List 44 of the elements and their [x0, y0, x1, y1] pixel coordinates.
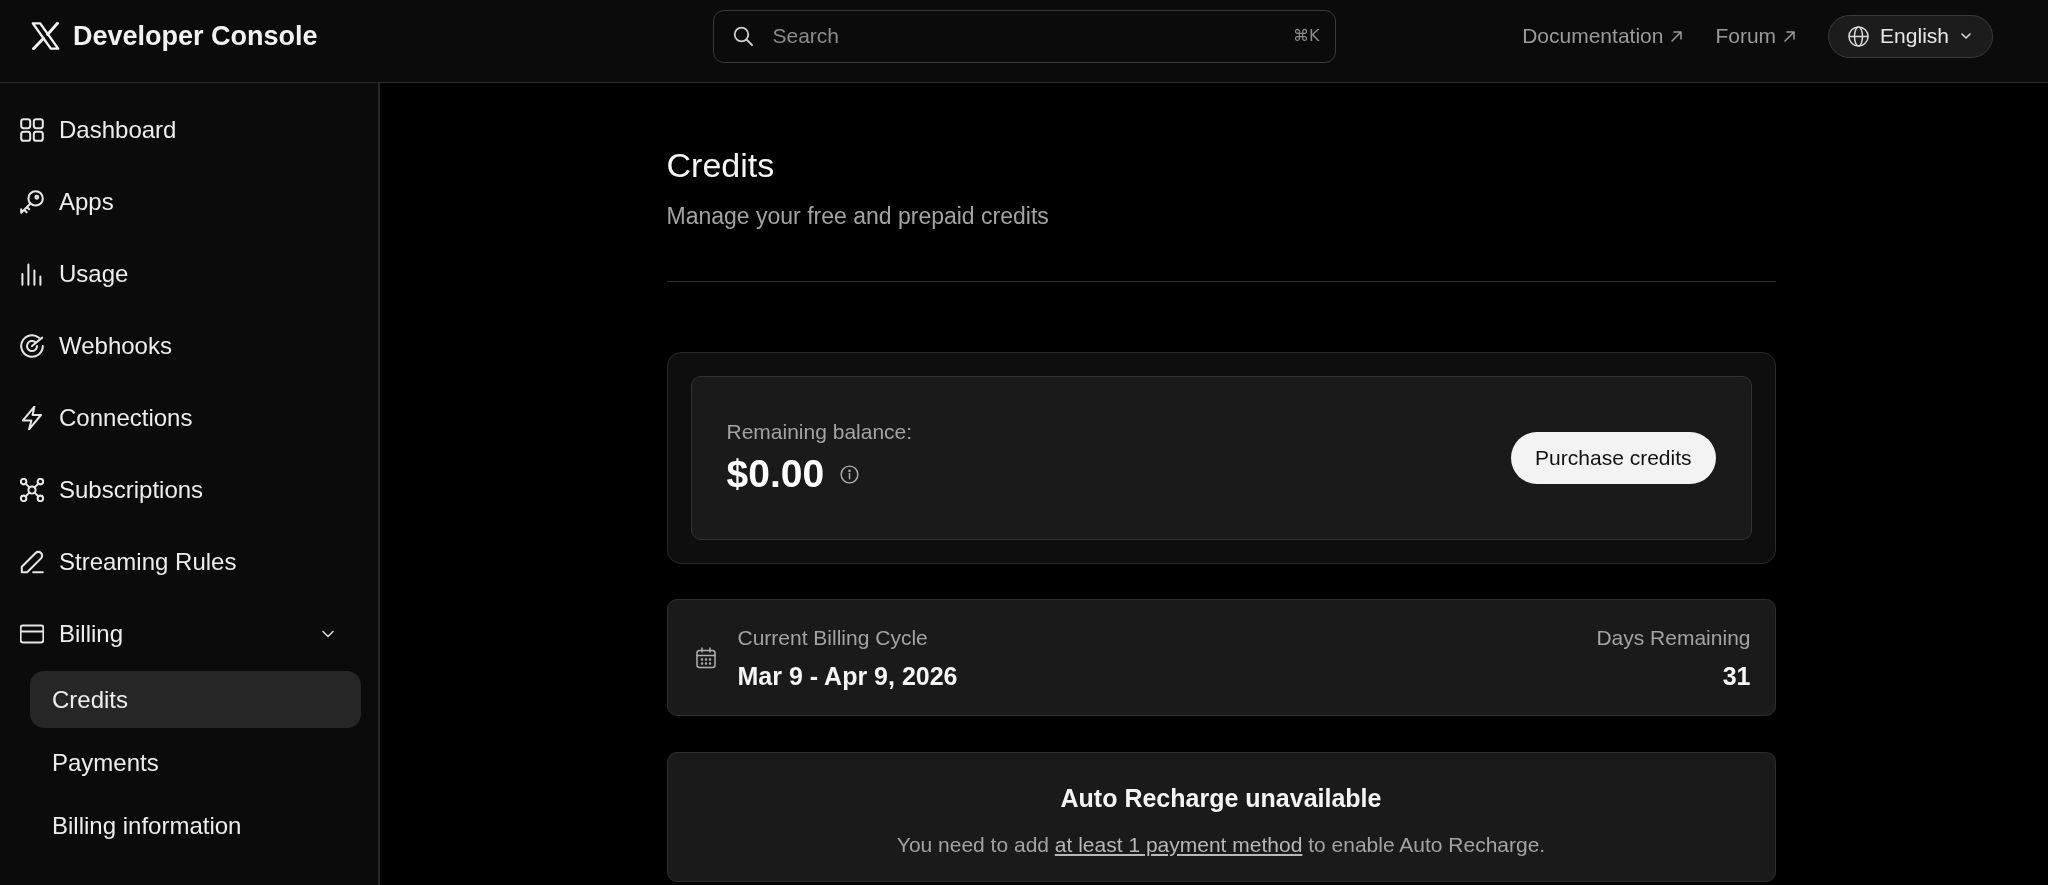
purchase-credits-button[interactable]: Purchase credits	[1511, 432, 1716, 484]
chevron-down-icon	[1960, 30, 1972, 42]
grid-icon	[20, 118, 44, 142]
key-icon	[20, 190, 44, 214]
sidebar-item[interactable]: Subscriptions	[20, 462, 358, 518]
calendar-icon	[694, 646, 717, 669]
sidebar-item[interactable]: Apps	[20, 174, 358, 230]
shortcut-hint: ⌘K	[1293, 25, 1320, 46]
days-remaining-value: 31	[1722, 660, 1751, 691]
auto-recharge-message: You need to add at least 1 payment method to enable Auto Recharge.	[896, 832, 1546, 857]
nodes-icon	[20, 478, 44, 502]
arrow-up-right-icon	[1784, 30, 1796, 42]
auto-recharge-title: Auto Recharge unavailable	[1060, 783, 1382, 813]
days-remaining-label: Days Remaining	[1596, 624, 1751, 651]
billing-cycle-dates: Mar 9 - Apr 9, 2026	[737, 660, 958, 691]
sidebar-item[interactable]: Billing	[20, 606, 358, 662]
sidebar-item[interactable]: Usage	[20, 246, 358, 302]
target-icon	[20, 334, 44, 358]
payment-method-link[interactable]: at least 1 payment method	[1054, 832, 1303, 856]
sidebar-subitem[interactable]: Payments	[30, 734, 361, 791]
page-subtitle: Manage your free and prepaid credits	[666, 202, 1050, 231]
app-title: Developer Console	[73, 20, 318, 52]
language-selector[interactable]: English	[1828, 14, 1993, 58]
globe-icon	[1848, 25, 1870, 47]
header-link[interactable]: Documentation	[1522, 24, 1683, 48]
sidebar-subitem[interactable]: Billing information	[30, 797, 361, 854]
sidebar-subitem[interactable]: Credits	[30, 671, 361, 728]
pencil-icon	[20, 550, 44, 574]
sidebar-item[interactable]: Streaming Rules	[20, 534, 358, 590]
arrow-up-right-icon	[1671, 30, 1683, 42]
header-link[interactable]: Forum	[1715, 24, 1796, 48]
page-title: Credits	[666, 145, 776, 186]
credit-card-icon	[20, 622, 44, 646]
lightning-icon	[20, 406, 44, 430]
sidebar-item[interactable]: Dashboard	[20, 102, 358, 158]
balance-amount: $0.00	[726, 451, 825, 497]
sidebar-item[interactable]: Webhooks	[20, 318, 358, 374]
sidebar-item[interactable]: Connections	[20, 390, 358, 446]
search-icon	[732, 25, 753, 46]
logo-icon	[31, 22, 60, 50]
billing-cycle-label: Current Billing Cycle	[737, 624, 929, 651]
balance-label: Remaining balance:	[726, 419, 913, 445]
info-icon[interactable]	[840, 464, 860, 484]
bar-chart-icon	[20, 262, 44, 286]
